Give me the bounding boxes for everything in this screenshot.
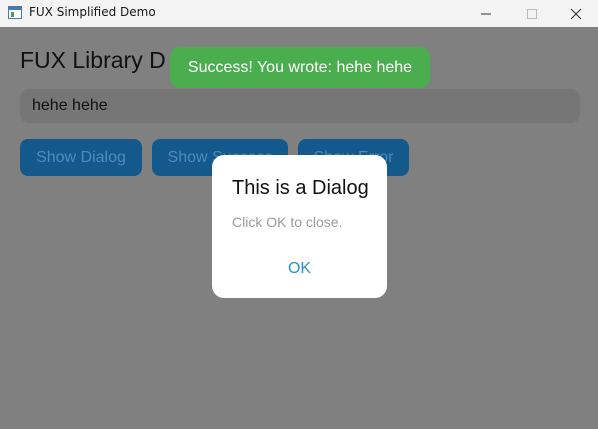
app-window-icon bbox=[8, 6, 22, 19]
window-title: FUX Simplified Demo bbox=[29, 5, 156, 19]
text-input[interactable]: hehe hehe bbox=[20, 89, 580, 123]
dialog-message: Click OK to close. bbox=[232, 214, 343, 230]
toast-message: Success! You wrote: hehe hehe bbox=[187, 58, 413, 76]
title-bar: FUX Simplified Demo bbox=[0, 0, 598, 27]
maximize-button[interactable] bbox=[509, 0, 555, 27]
dialog-box: This is a Dialog Click OK to close. OK bbox=[212, 155, 387, 298]
show-dialog-button[interactable]: Show Dialog bbox=[20, 139, 142, 176]
page-title: FUX Library D bbox=[20, 47, 166, 73]
maximize-icon bbox=[527, 8, 537, 19]
minimize-button[interactable] bbox=[463, 0, 509, 27]
dialog-ok-button[interactable]: OK bbox=[272, 255, 327, 283]
dialog-title: This is a Dialog bbox=[232, 177, 369, 199]
close-button[interactable] bbox=[553, 0, 598, 27]
minimize-icon bbox=[481, 13, 491, 14]
text-input-value: hehe hehe bbox=[32, 97, 108, 114]
success-toast: Success! You wrote: hehe hehe bbox=[170, 47, 430, 88]
close-icon bbox=[570, 8, 582, 19]
